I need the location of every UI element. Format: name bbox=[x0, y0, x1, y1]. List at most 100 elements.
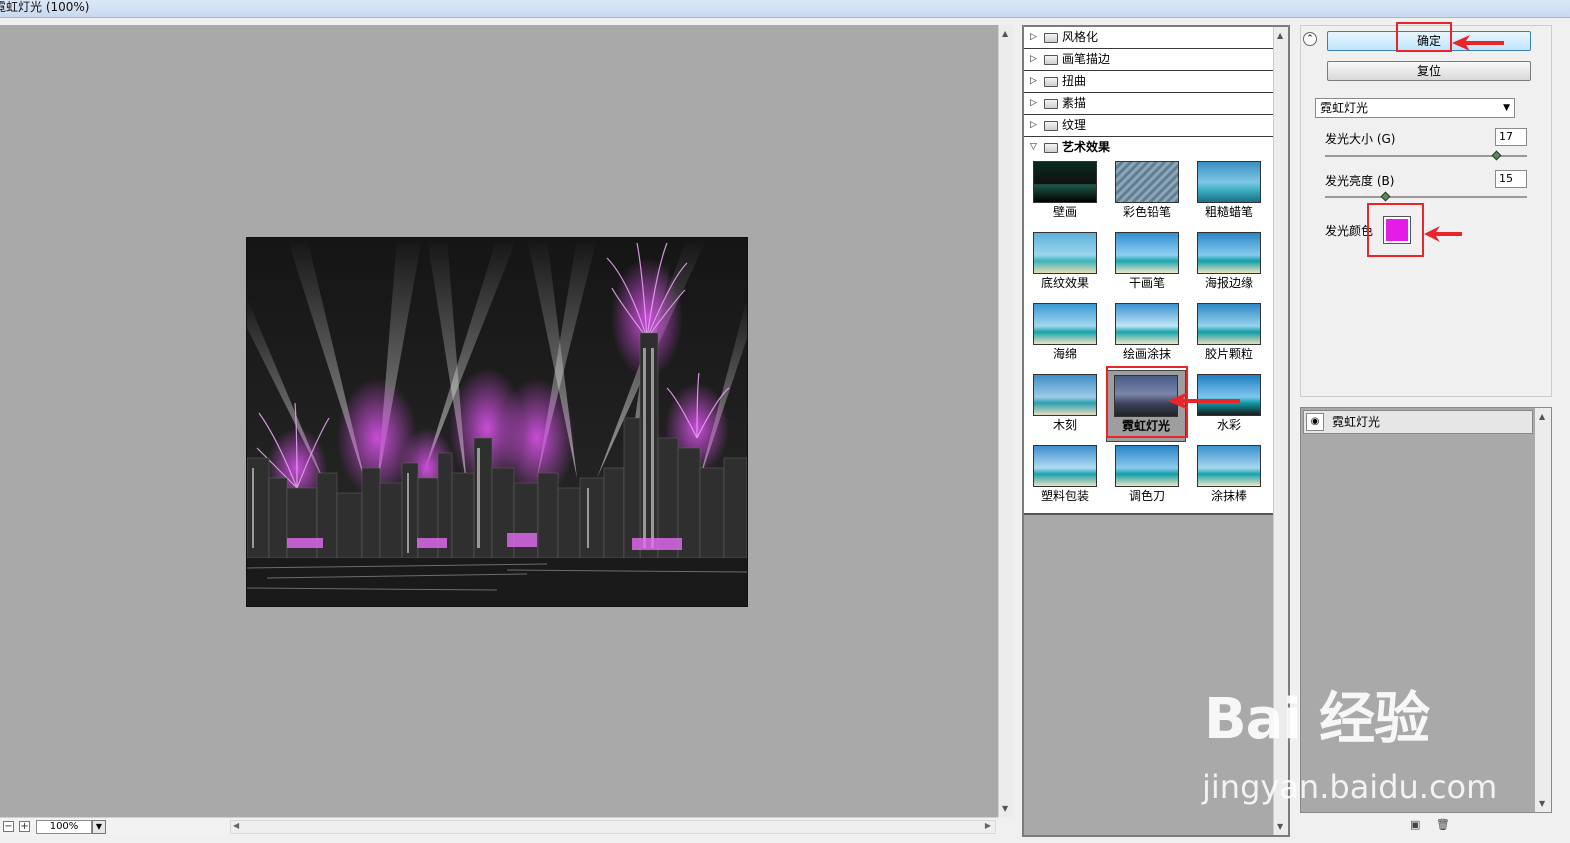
filter-label: 调色刀 bbox=[1128, 489, 1165, 503]
filter-label: 绘画涂抹 bbox=[1122, 347, 1171, 361]
glow-brightness-input[interactable]: 15 bbox=[1495, 170, 1527, 188]
preview-image bbox=[246, 237, 748, 607]
category-distort[interactable]: ▷ 扭曲 bbox=[1024, 71, 1273, 93]
underpainting-thumb bbox=[1033, 232, 1097, 274]
glow-brightness-slider-handle[interactable] bbox=[1380, 191, 1391, 202]
zoom-level-field[interactable]: 100% bbox=[36, 820, 92, 834]
window-title: 霓虹灯光 (100%) bbox=[0, 0, 90, 14]
filter-label: 水彩 bbox=[1216, 418, 1241, 432]
reset-button[interactable]: 复位 bbox=[1327, 61, 1531, 81]
annotation-box-color bbox=[1367, 203, 1424, 257]
effect-layer-row[interactable]: ◉ 霓虹灯光 bbox=[1303, 410, 1533, 434]
glow-size-slider[interactable] bbox=[1325, 150, 1527, 161]
glow-brightness-slider[interactable] bbox=[1325, 191, 1527, 202]
filter-thumbnail-grid: 壁画 彩色铅笔 粗糙蜡笔 底纹效果 干画笔 海报边缘 海绵 绘画涂抹 胶片颗粒 … bbox=[1030, 161, 1270, 513]
watermark-logo: Bai 经验 bbox=[1204, 687, 1430, 752]
annotation-arrow-neon bbox=[1168, 392, 1240, 410]
chevron-down-icon: ▼ bbox=[95, 822, 103, 831]
filter-thumb-plastic-wrap[interactable]: 塑料包装 bbox=[1030, 445, 1100, 507]
category-label: 扭曲 bbox=[1062, 74, 1087, 88]
collapse-triangle-icon[interactable]: ▽ bbox=[1030, 137, 1037, 158]
zoom-dropdown-button[interactable]: ▼ bbox=[92, 820, 106, 834]
selected-filter: 霓虹灯光 bbox=[1320, 101, 1369, 115]
scroll-down-icon[interactable]: ▼ bbox=[1002, 804, 1008, 813]
filter-category-list: ▷ 风格化 ▷ 画笔描边 ▷ 扭曲 ▷ 素描 ▷ 纹理 ▽ 艺术效果 壁画 彩色… bbox=[1024, 27, 1273, 515]
scroll-up-icon[interactable]: ▲ bbox=[1539, 412, 1545, 421]
glow-brightness-label: 发光亮度 (B) bbox=[1325, 174, 1395, 188]
filter-thumb-film-grain[interactable]: 胶片颗粒 bbox=[1194, 303, 1264, 365]
preview-horizontal-scrollbar[interactable]: ◀ ▶ bbox=[230, 820, 996, 834]
filter-label: 胶片颗粒 bbox=[1204, 347, 1253, 361]
smudge-stick-thumb bbox=[1197, 445, 1261, 487]
filter-thumb-smudge-stick[interactable]: 涂抹棒 bbox=[1194, 445, 1264, 507]
annotation-box-ok bbox=[1396, 22, 1452, 52]
category-label: 风格化 bbox=[1062, 30, 1099, 44]
category-texture[interactable]: ▷ 纹理 bbox=[1024, 115, 1273, 137]
filter-label: 木刻 bbox=[1052, 418, 1077, 432]
glow-size-label: 发光大小 (G) bbox=[1325, 132, 1396, 146]
filter-type-select[interactable]: 霓虹灯光 ▼ bbox=[1315, 98, 1515, 118]
filter-thumb-dry-brush[interactable]: 干画笔 bbox=[1112, 232, 1182, 294]
cutout-thumb bbox=[1033, 374, 1097, 416]
category-stylize[interactable]: ▷ 风格化 bbox=[1024, 27, 1273, 49]
glow-size-input[interactable]: 17 bbox=[1495, 128, 1527, 146]
filter-thumb-rough-pastels[interactable]: 粗糙蜡笔 bbox=[1194, 161, 1264, 223]
collapse-gallery-icon[interactable]: ⌃ bbox=[1303, 32, 1317, 46]
colored-pencil-thumb bbox=[1115, 161, 1179, 203]
scroll-down-icon[interactable]: ▼ bbox=[1277, 822, 1283, 831]
expand-triangle-icon[interactable]: ▷ bbox=[1030, 71, 1037, 92]
category-sketch[interactable]: ▷ 素描 bbox=[1024, 93, 1273, 115]
plastic-wrap-thumb bbox=[1033, 445, 1097, 487]
filter-thumb-mural[interactable]: 壁画 bbox=[1030, 161, 1100, 223]
category-label: 画笔描边 bbox=[1062, 52, 1111, 66]
trash-icon[interactable]: 🗑 bbox=[1436, 818, 1450, 831]
expand-triangle-icon[interactable]: ▷ bbox=[1030, 49, 1037, 70]
category-label: 纹理 bbox=[1062, 118, 1087, 132]
new-effect-layer-icon[interactable]: ▣ bbox=[1410, 818, 1420, 831]
filter-thumb-colored-pencil[interactable]: 彩色铅笔 bbox=[1112, 161, 1182, 223]
scroll-left-icon[interactable]: ◀ bbox=[233, 821, 239, 830]
expand-triangle-icon[interactable]: ▷ bbox=[1030, 115, 1037, 136]
preview-vertical-scrollbar[interactable]: ▲ ▼ bbox=[998, 25, 1014, 817]
category-brush-strokes[interactable]: ▷ 画笔描边 bbox=[1024, 49, 1273, 71]
folder-icon bbox=[1044, 55, 1058, 65]
category-label: 素描 bbox=[1062, 96, 1087, 110]
filter-thumb-cutout[interactable]: 木刻 bbox=[1030, 374, 1100, 436]
effect-layer-label: 霓虹灯光 bbox=[1332, 415, 1381, 429]
window-title-bar: 霓虹灯光 (100%) bbox=[0, 0, 1570, 18]
filter-label: 干画笔 bbox=[1128, 276, 1165, 290]
category-label: 艺术效果 bbox=[1062, 140, 1111, 154]
annotation-arrow-color bbox=[1424, 226, 1462, 242]
expand-triangle-icon[interactable]: ▷ bbox=[1030, 93, 1037, 114]
film-grain-thumb bbox=[1197, 303, 1261, 345]
filter-thumb-palette-knife[interactable]: 调色刀 bbox=[1112, 445, 1182, 507]
folder-open-icon bbox=[1044, 143, 1058, 153]
filter-thumb-underpainting[interactable]: 底纹效果 bbox=[1030, 232, 1100, 294]
scroll-up-icon[interactable]: ▲ bbox=[1002, 29, 1008, 38]
filter-thumb-poster-edges[interactable]: 海报边缘 bbox=[1194, 232, 1264, 294]
glow-size-slider-handle[interactable] bbox=[1491, 150, 1502, 161]
expand-triangle-icon[interactable]: ▷ bbox=[1030, 27, 1037, 48]
category-artistic[interactable]: ▽ 艺术效果 bbox=[1024, 137, 1273, 159]
filter-settings-panel: ⌃ 确定 复位 霓虹灯光 ▼ 发光大小 (G) 17 发光亮度 (B) 15 发… bbox=[1300, 25, 1552, 397]
filter-thumb-sponge[interactable]: 海绵 bbox=[1030, 303, 1100, 365]
glow-color-label: 发光颜色 bbox=[1325, 224, 1374, 238]
folder-icon bbox=[1044, 99, 1058, 109]
baidu-watermark: Bai 经验 jingyan.baidu.com bbox=[1200, 668, 1540, 808]
scroll-right-icon[interactable]: ▶ bbox=[985, 821, 991, 830]
filter-thumb-paint-daubs[interactable]: 绘画涂抹 bbox=[1112, 303, 1182, 365]
zoom-out-button[interactable]: − bbox=[3, 821, 14, 832]
folder-icon bbox=[1044, 121, 1058, 131]
preview-canvas[interactable] bbox=[0, 25, 998, 817]
paint-daubs-thumb bbox=[1115, 303, 1179, 345]
chevron-down-icon: ▼ bbox=[1503, 103, 1510, 113]
filter-label: 海报边缘 bbox=[1204, 276, 1253, 290]
preview-status-bar: − + 100% ▼ ◀ ▶ bbox=[0, 817, 998, 835]
poster-edges-thumb bbox=[1197, 232, 1261, 274]
filter-label: 粗糙蜡笔 bbox=[1204, 205, 1253, 219]
eye-visibility-icon[interactable]: ◉ bbox=[1306, 413, 1324, 431]
scroll-up-icon[interactable]: ▲ bbox=[1277, 31, 1283, 40]
zoom-in-button[interactable]: + bbox=[19, 821, 30, 832]
filter-label: 底纹效果 bbox=[1040, 276, 1089, 290]
watermark-url: jingyan.baidu.com bbox=[1202, 768, 1498, 806]
